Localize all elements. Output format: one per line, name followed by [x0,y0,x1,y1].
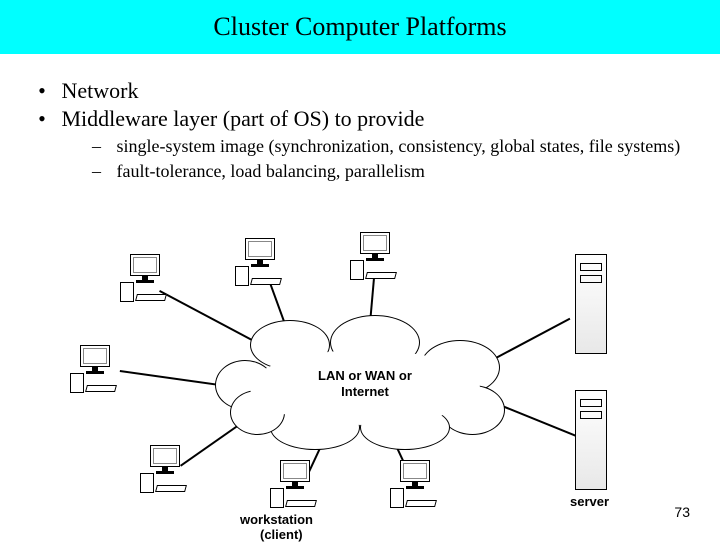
page-number: 73 [674,504,690,520]
dash-icon: – [92,161,112,182]
network-cloud: LAN or WAN or Internet [230,330,500,440]
subbullet-2: – fault-tolerance, load balancing, paral… [92,161,688,182]
workstation-icon [140,445,190,495]
bullet-2: • Middleware layer (part of OS) to provi… [28,106,688,132]
workstation-icon [120,254,170,304]
bullet-1-text: Network [62,78,139,103]
cloud-label: LAN or WAN or Internet [230,368,500,399]
bullet-dot-icon: • [28,78,56,104]
workstation-icon [270,460,320,510]
bullet-dot-icon: • [28,106,56,132]
cluster-diagram: LAN or WAN or Internet workstation (clie… [60,260,660,510]
slide-title: Cluster Computer Platforms [0,0,720,54]
workstation-icon [70,345,120,395]
workstation-caption: workstation [240,512,313,527]
workstation-icon [235,238,285,288]
dash-icon: – [92,136,112,157]
subbullet-2-text: fault-tolerance, load balancing, paralle… [117,161,425,181]
server-icon [575,254,607,354]
slide-body: • Network • Middleware layer (part of OS… [28,78,688,182]
workstation-icon [350,232,400,282]
connector-line [490,318,570,362]
workstation-icon [390,460,440,510]
subbullet-1-text: single-system image (synchronization, co… [117,136,681,156]
bullet-2-text: Middleware layer (part of OS) to provide [62,106,425,131]
subbullet-1: – single-system image (synchronization, … [92,136,688,157]
bullet-1: • Network [28,78,688,104]
server-icon [575,390,607,490]
cloud-label-line2: Internet [230,384,500,400]
cloud-label-line1: LAN or WAN or [230,368,500,384]
server-caption: server [570,494,609,509]
